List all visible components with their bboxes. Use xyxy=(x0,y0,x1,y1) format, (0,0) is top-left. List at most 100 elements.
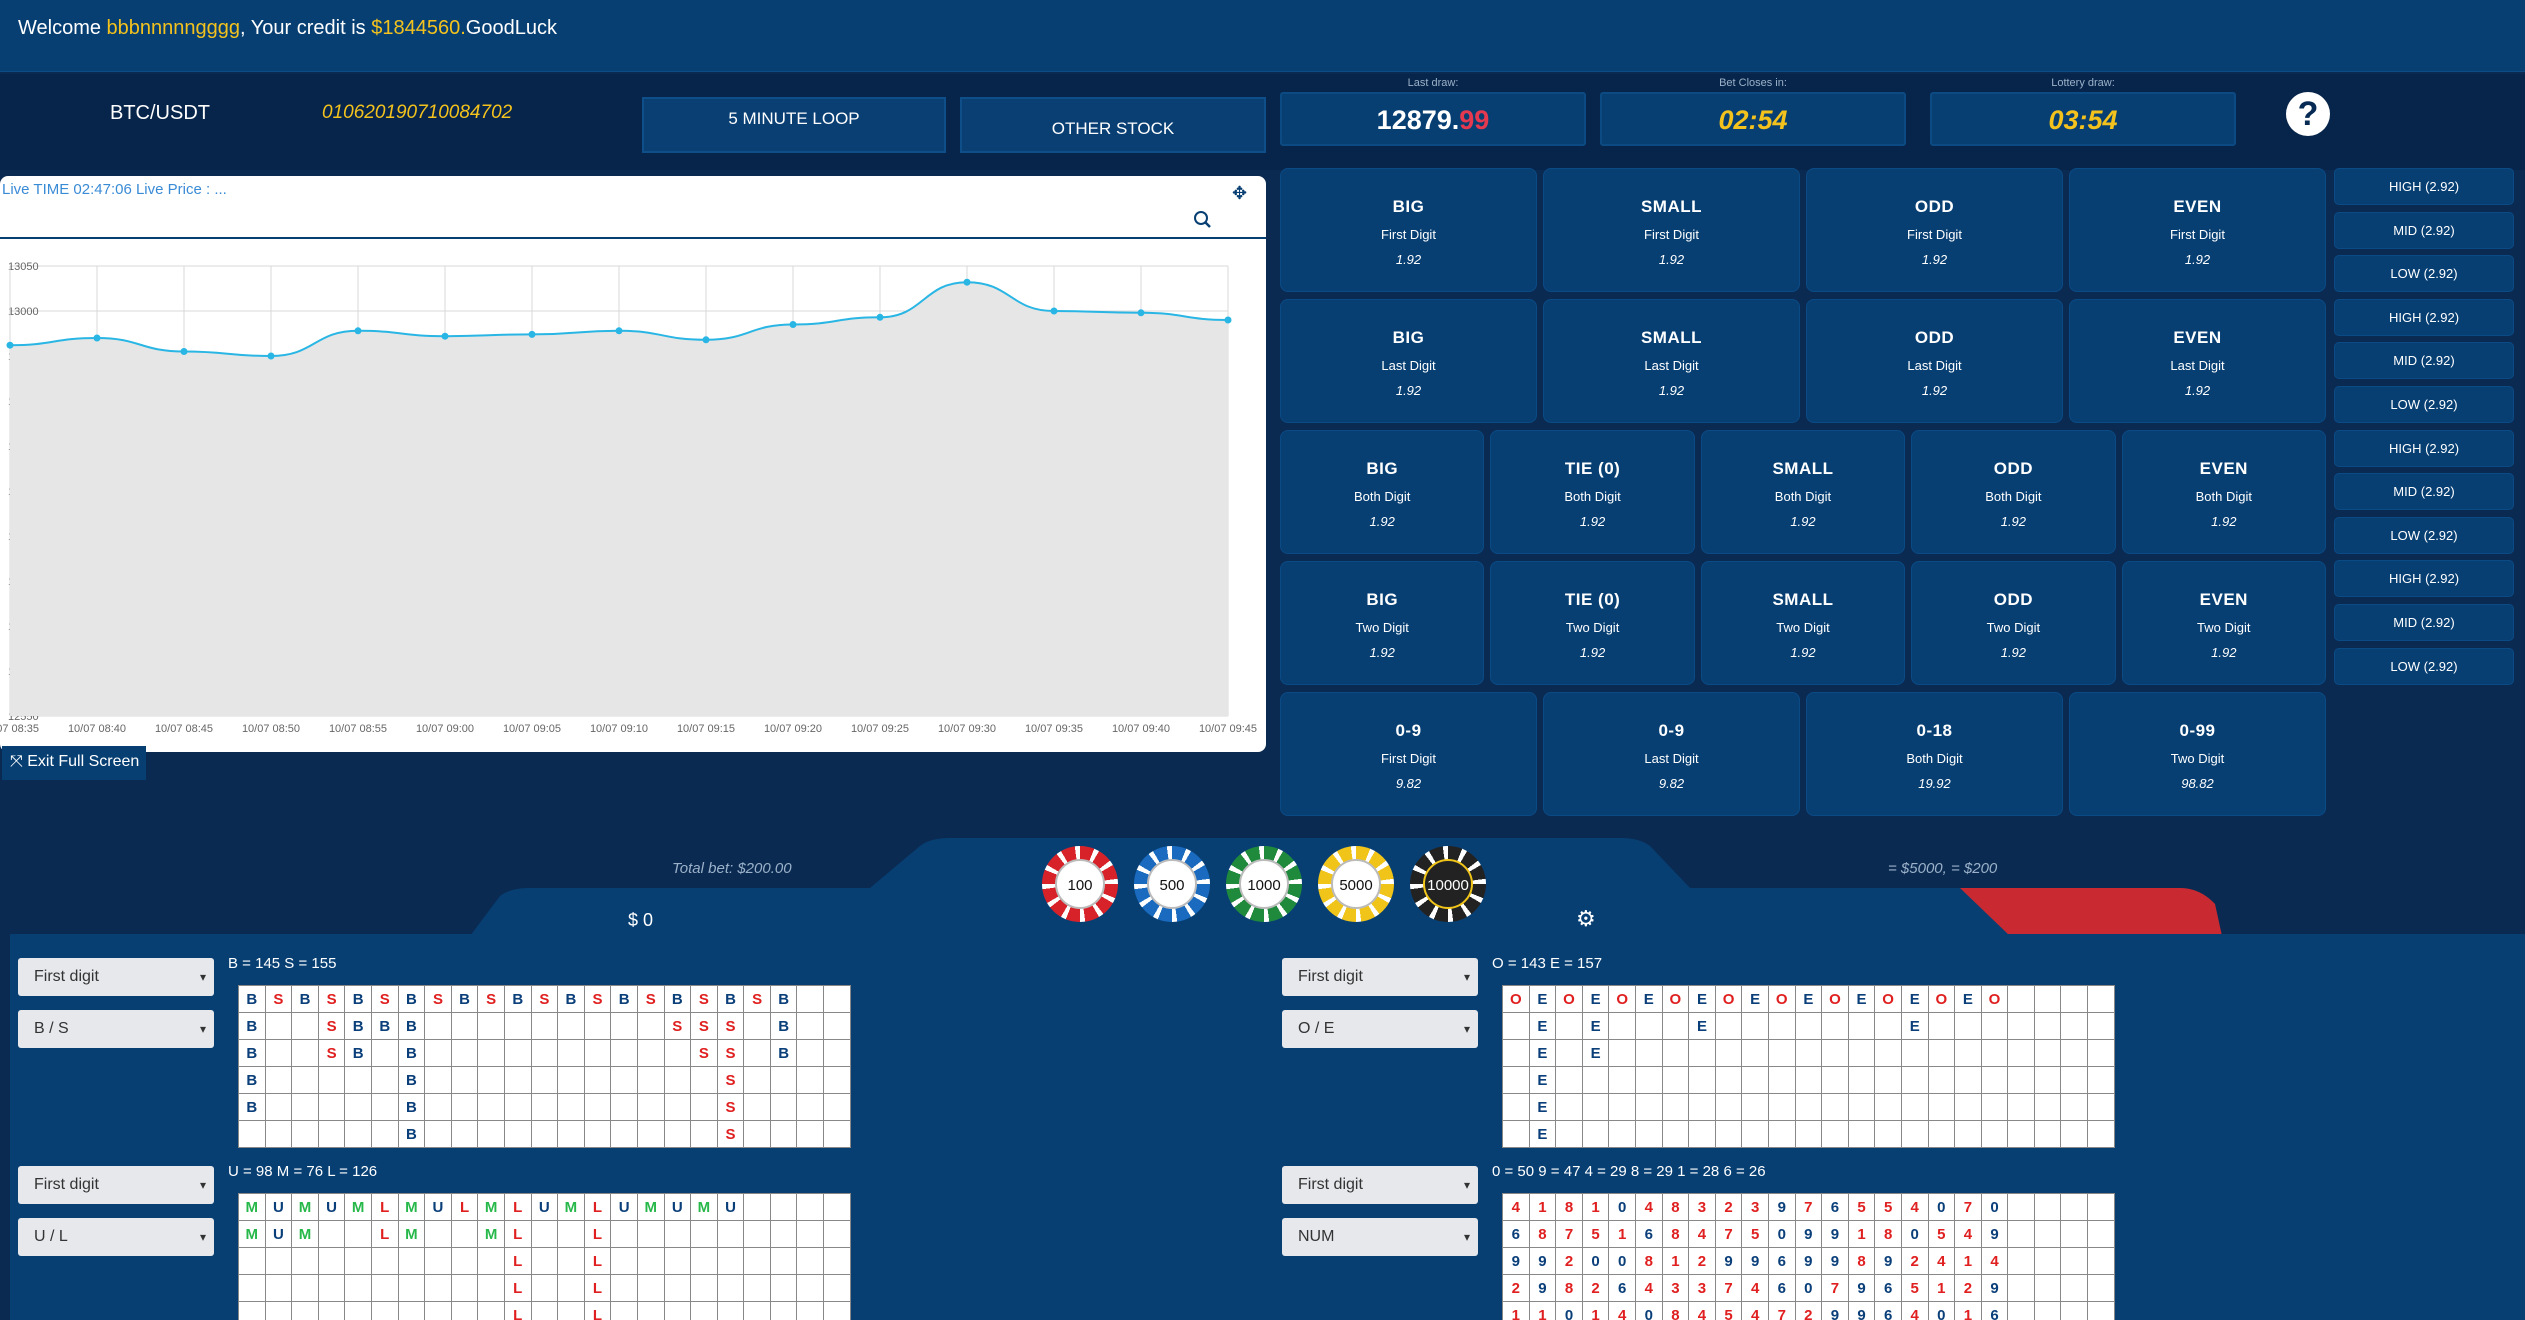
side-bet-low[interactable]: LOW (2.92) xyxy=(2334,516,2514,554)
chip-10000[interactable]: 10000 xyxy=(1410,846,1486,922)
zoom-icon[interactable] xyxy=(1194,211,1211,228)
side-bet-high[interactable]: HIGH (2.92) xyxy=(2334,429,2514,467)
road-cell xyxy=(583,1093,612,1121)
bet-tile-odd-last-digit[interactable]: ODD Last Digit 1.92 xyxy=(1806,299,2063,423)
bet-sub: First Digit xyxy=(1381,751,1436,766)
bl-type-select[interactable]: U / L xyxy=(18,1218,214,1256)
bet-tile-big-both-digit[interactable]: BIG Both Digit 1.92 xyxy=(1280,430,1485,554)
road-cell xyxy=(2033,1301,2062,1320)
road-cell xyxy=(530,1220,559,1248)
chip-500[interactable]: 500 xyxy=(1134,846,1210,922)
road-cell: O xyxy=(1980,985,2009,1013)
road-cell xyxy=(317,1066,346,1094)
side-bet-low[interactable]: LOW (2.92) xyxy=(2334,386,2514,423)
bet-tile-even-two-digit[interactable]: EVEN Two Digit 1.92 xyxy=(2121,561,2326,685)
bet-tile-0-18-both-digit[interactable]: 0-18 Both Digit 19.92 xyxy=(1806,692,2063,816)
exit-fullscreen-button[interactable]: ⤧ Exit Full Screen xyxy=(2,746,146,780)
bet-tile-small-both-digit[interactable]: SMALL Both Digit 1.92 xyxy=(1700,430,1906,554)
chip-100[interactable]: 100 xyxy=(1042,846,1118,922)
bet-tile-big-two-digit[interactable]: BIG Two Digit 1.92 xyxy=(1280,561,1485,685)
bet-tile-odd-both-digit[interactable]: ODD Both Digit 1.92 xyxy=(1911,430,2116,554)
side-bet-high[interactable]: HIGH (2.92) xyxy=(2334,168,2514,205)
road-cell xyxy=(291,1247,319,1275)
road-cell xyxy=(557,1120,585,1148)
round-code: 010620190710084702 xyxy=(322,102,513,123)
bet-tile-0-9-last-digit[interactable]: 0-9 Last Digit 9.82 xyxy=(1543,692,1800,816)
road-cell: 4 xyxy=(1608,1301,1636,1320)
tl-type-select[interactable]: B / S xyxy=(18,1010,214,1048)
road-cell xyxy=(1581,1066,1610,1094)
bet-tile-tie-0--two-digit[interactable]: TIE (0) Two Digit 1.92 xyxy=(1490,561,1695,685)
bet-tile-small-last-digit[interactable]: SMALL Last Digit 1.92 xyxy=(1543,299,1800,423)
road-cell xyxy=(344,1220,372,1248)
road-cell: 5 xyxy=(1741,1220,1769,1248)
road-cell: M xyxy=(291,1193,319,1221)
bet-sub: Both Digit xyxy=(1985,489,2042,504)
br-digit-select[interactable]: First digit xyxy=(1282,1166,1478,1204)
bet-name: ODD xyxy=(1914,328,1955,347)
price-point xyxy=(789,321,797,328)
bet-tile-tie-0--both-digit[interactable]: TIE (0) Both Digit 1.92 xyxy=(1490,430,1695,554)
bet-tile-big-first-digit[interactable]: BIG First Digit 1.92 xyxy=(1280,168,1537,292)
bet-name: TIE (0) xyxy=(1564,590,1621,609)
chip-label: 5000 xyxy=(1331,859,1381,909)
bet-tile-even-first-digit[interactable]: EVEN First Digit 1.92 xyxy=(2069,168,2326,292)
side-bet-low[interactable]: LOW (2.92) xyxy=(2334,647,2514,685)
road-cell: 7 xyxy=(1794,1193,1823,1221)
bet-tile-even-both-digit[interactable]: EVEN Both Digit 1.92 xyxy=(2121,430,2326,554)
settings-icon[interactable]: ⚙ xyxy=(1576,906,1596,932)
road-cell: 1 xyxy=(1608,1220,1636,1248)
bet-tile-small-first-digit[interactable]: SMALL First Digit 1.92 xyxy=(1543,168,1800,292)
road-cell xyxy=(370,1066,399,1094)
side-bet-high[interactable]: HIGH (2.92) xyxy=(2334,298,2514,336)
road-cell xyxy=(238,1247,266,1275)
bl-digit-select[interactable]: First digit xyxy=(18,1166,214,1204)
five-minute-loop-button[interactable]: 5 MINUTE LOOP xyxy=(642,97,946,153)
road-cell xyxy=(663,1066,692,1094)
bet-odds: 1.92 xyxy=(1369,514,1395,529)
bet-tile-odd-first-digit[interactable]: ODD First Digit 1.92 xyxy=(1806,168,2063,292)
bet-tile-0-9-first-digit[interactable]: 0-9 First Digit 9.82 xyxy=(1280,692,1537,816)
road-cell xyxy=(2007,1220,2035,1248)
road-cell xyxy=(1847,1066,1876,1094)
road-cell xyxy=(477,1301,505,1320)
other-stock-button[interactable]: OTHER STOCK xyxy=(960,97,1266,153)
road-cell xyxy=(743,1301,771,1320)
road-cell xyxy=(557,1039,585,1067)
road-cell xyxy=(1714,1066,1743,1094)
tl-digit-select[interactable]: First digit xyxy=(18,958,214,996)
bet-tile-0-99-two-digit[interactable]: 0-99 Two Digit 98.82 xyxy=(2069,692,2326,816)
chip-5000[interactable]: 5000 xyxy=(1318,846,1394,922)
road-cell: M xyxy=(636,1193,665,1221)
road-cell xyxy=(610,1012,638,1040)
tr-type-select[interactable]: O / E xyxy=(1282,1010,1478,1048)
road-cell: S xyxy=(690,985,718,1013)
road-cell: 0 xyxy=(1794,1274,1823,1302)
road-cell xyxy=(1874,1012,1902,1040)
road-cell xyxy=(477,1093,505,1121)
bet-tile-big-last-digit[interactable]: BIG Last Digit 1.92 xyxy=(1280,299,1537,423)
side-bet-mid[interactable]: MID (2.92) xyxy=(2334,473,2514,511)
bet-tile-small-two-digit[interactable]: SMALL Two Digit 1.92 xyxy=(1700,561,1906,685)
road-cell xyxy=(636,1274,665,1302)
help-icon[interactable]: ? xyxy=(2286,92,2330,136)
side-bet-low[interactable]: LOW (2.92) xyxy=(2334,255,2514,293)
br-type-select[interactable]: NUM xyxy=(1282,1218,1478,1256)
road-cell: 4 xyxy=(1688,1220,1716,1248)
side-bet-mid[interactable]: MID (2.92) xyxy=(2334,211,2514,249)
bet-tile-odd-two-digit[interactable]: ODD Two Digit 1.92 xyxy=(1911,561,2116,685)
side-bet-high[interactable]: HIGH (2.92) xyxy=(2334,560,2514,598)
bet-tile-even-last-digit[interactable]: EVEN Last Digit 1.92 xyxy=(2069,299,2326,423)
road-cell: E xyxy=(1900,1012,1929,1040)
road-cell xyxy=(2033,1120,2062,1148)
chip-1000[interactable]: 1000 xyxy=(1226,846,1302,922)
road-cell: S xyxy=(424,985,452,1013)
side-bet-mid[interactable]: MID (2.92) xyxy=(2334,342,2514,380)
bet-name: BIG xyxy=(1392,328,1425,347)
tr-digit-select[interactable]: First digit xyxy=(1282,958,1478,996)
side-bet-mid[interactable]: MID (2.92) xyxy=(2334,604,2514,641)
username: bbbnnnnngggg xyxy=(106,17,241,39)
move-icon[interactable]: ✥ xyxy=(1232,183,1247,203)
price-point xyxy=(1224,316,1232,324)
road-cell xyxy=(1927,1066,1956,1094)
